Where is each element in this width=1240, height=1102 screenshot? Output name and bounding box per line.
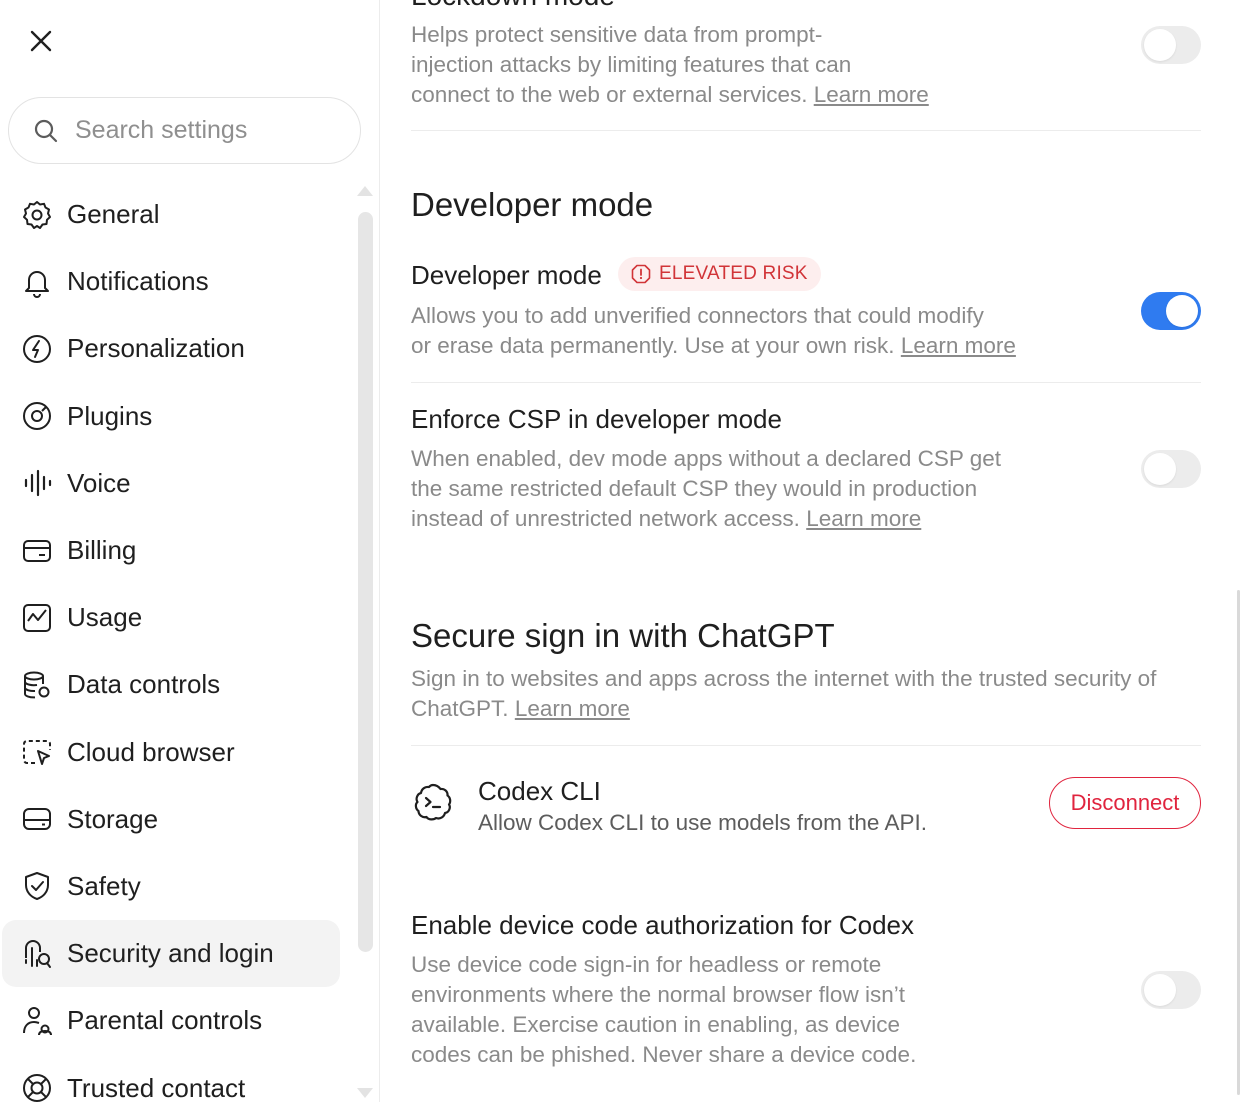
- developer-mode-title: Developer mode: [411, 260, 602, 290]
- toggle-knob: [1144, 29, 1176, 61]
- divider: [411, 382, 1201, 383]
- search-bar[interactable]: [8, 97, 361, 164]
- lifebuoy-icon: [20, 1071, 54, 1102]
- search-icon: [34, 119, 58, 142]
- developer-mode-toggle[interactable]: [1141, 292, 1201, 330]
- sidebar-item-label: Safety: [67, 870, 141, 901]
- sidebar-item-safety[interactable]: Safety: [0, 853, 345, 920]
- sidebar-item-label: Trusted contact: [67, 1072, 246, 1102]
- device-code-description: Use device code sign-in for headless or …: [411, 952, 917, 1067]
- divider: [411, 745, 1201, 746]
- sidebar-item-usage[interactable]: Usage: [0, 584, 345, 651]
- sidebar-item-general[interactable]: General: [0, 181, 345, 248]
- sidebar-item-label: Storage: [67, 803, 159, 834]
- sidebar-item-label: Usage: [67, 602, 143, 633]
- elevated-risk-badge: ELEVATED RISK: [618, 257, 821, 291]
- sidebar-item-trusted-contact[interactable]: Trusted contact: [0, 1054, 345, 1102]
- codex-cli-title: Codex CLI: [478, 776, 601, 806]
- sidebar-item-label: General: [67, 199, 160, 230]
- sidebar-scrollbar[interactable]: [358, 212, 373, 952]
- sidebar-item-billing[interactable]: Billing: [0, 517, 345, 584]
- device-code-title: Enable device code authorization for Cod…: [411, 910, 914, 940]
- sidebar-item-parental-controls[interactable]: Parental controls: [0, 987, 345, 1054]
- sidebar-item-data-controls[interactable]: Data controls: [0, 651, 345, 718]
- sidebar-item-security-and-login[interactable]: Security and login: [2, 920, 340, 988]
- secure-signin-description: Sign in to websites and apps across the …: [411, 666, 1157, 721]
- sidebar-item-storage[interactable]: Storage: [0, 786, 345, 853]
- card-icon: [20, 534, 54, 568]
- plugins-icon: [20, 399, 54, 433]
- sidebar-item-label: Billing: [67, 535, 137, 566]
- sidebar-item-label: Security and login: [67, 938, 274, 969]
- enforce-csp-description: When enabled, dev mode apps without a de…: [411, 446, 1001, 531]
- close-icon: [30, 30, 52, 52]
- sidebar-item-personalization[interactable]: Personalization: [0, 315, 345, 382]
- sidebar-item-cloud-browser[interactable]: Cloud browser: [0, 719, 345, 786]
- settings-content: Lockdown mode Helps protect sensitive da…: [381, 0, 1240, 1102]
- toggle-knob: [1144, 974, 1176, 1006]
- sidebar-item-label: Plugins: [67, 400, 153, 431]
- storage-icon: [20, 802, 54, 836]
- disconnect-button[interactable]: Disconnect: [1049, 777, 1201, 829]
- device-code-toggle[interactable]: [1141, 971, 1201, 1009]
- csp-learn-more-link[interactable]: Learn more: [806, 506, 921, 531]
- settings-sidebar: General Notifications Personalization Pl…: [0, 0, 380, 1102]
- gear-icon: [20, 198, 54, 232]
- developer-learn-more-link[interactable]: Learn more: [901, 333, 1016, 358]
- sidebar-item-plugins[interactable]: Plugins: [0, 383, 345, 450]
- database-icon: [20, 668, 54, 702]
- codex-cli-icon: [413, 782, 453, 827]
- close-button[interactable]: [22, 22, 60, 60]
- secure-signin-section-title: Secure sign in with ChatGPT: [411, 617, 835, 654]
- security-icon: [20, 937, 54, 971]
- lockdown-learn-more-link[interactable]: Learn more: [814, 82, 929, 107]
- search-input[interactable]: [75, 116, 335, 145]
- signin-learn-more-link[interactable]: Learn more: [515, 696, 630, 721]
- codex-cli-description: Allow Codex CLI to use models from the A…: [478, 810, 927, 835]
- sidebar-item-label: Voice: [67, 467, 131, 498]
- toggle-knob: [1166, 295, 1198, 327]
- sidebar-item-voice[interactable]: Voice: [0, 450, 345, 517]
- bell-icon: [20, 265, 54, 299]
- enforce-csp-title: Enforce CSP in developer mode: [411, 404, 782, 434]
- divider: [411, 130, 1201, 131]
- lockdown-mode-toggle[interactable]: [1141, 26, 1201, 64]
- chart-icon: [20, 601, 54, 635]
- toggle-knob: [1144, 453, 1176, 485]
- scroll-down-arrow[interactable]: [357, 1088, 373, 1098]
- scroll-up-arrow[interactable]: [357, 186, 373, 196]
- sidebar-item-label: Cloud browser: [67, 736, 235, 767]
- enforce-csp-toggle[interactable]: [1141, 450, 1201, 488]
- developer-mode-description: Allows you to add unverified connectors …: [411, 303, 1016, 358]
- sidebar-item-notifications[interactable]: Notifications: [0, 248, 345, 315]
- sidebar-item-label: Personalization: [67, 333, 245, 364]
- developer-section-title: Developer mode: [411, 186, 654, 223]
- sidebar-item-label: Data controls: [67, 669, 221, 700]
- settings-nav: General Notifications Personalization Pl…: [0, 181, 345, 1102]
- personalization-icon: [20, 332, 54, 366]
- parental-icon: [20, 1004, 54, 1038]
- shield-icon: [20, 869, 54, 903]
- warning-icon: [631, 264, 651, 284]
- lockdown-mode-title: Lockdown mode: [411, 0, 615, 12]
- waveform-icon: [20, 466, 54, 500]
- sidebar-item-label: Parental controls: [67, 1005, 263, 1036]
- lockdown-mode-description: Helps protect sensitive data from prompt…: [411, 22, 929, 107]
- sidebar-item-label: Notifications: [67, 266, 209, 297]
- cloud-browser-icon: [20, 735, 54, 769]
